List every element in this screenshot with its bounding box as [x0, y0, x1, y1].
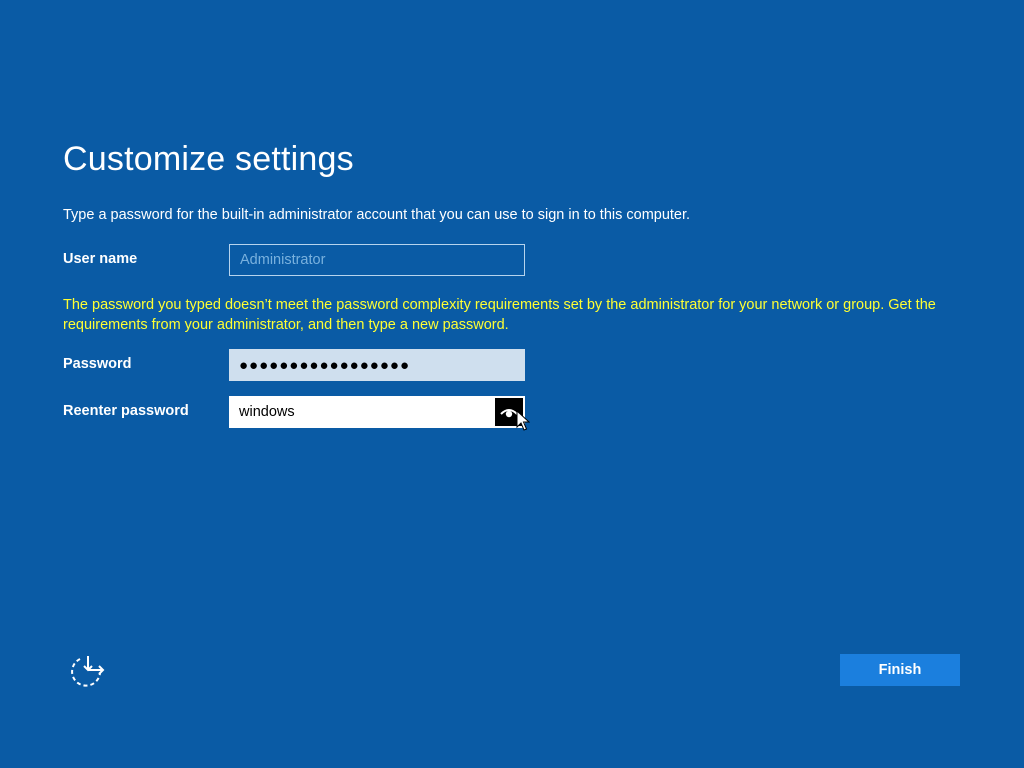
- username-label: User name: [63, 251, 138, 267]
- username-placeholder: Administrator: [240, 252, 326, 268]
- finish-button[interactable]: Finish: [840, 654, 960, 686]
- reenter-password-label: Reenter password: [63, 403, 189, 419]
- password-label: Password: [63, 356, 132, 372]
- password-masked-value: ●●●●●●●●●●●●●●●●●: [239, 356, 411, 374]
- ease-of-access-icon[interactable]: [70, 653, 106, 689]
- username-field[interactable]: Administrator: [229, 244, 525, 276]
- password-complexity-warning: The password you typed doesn’t meet the …: [63, 297, 936, 333]
- instructions-text: Type a password for the built-in adminis…: [63, 207, 691, 223]
- reenter-password-value: windows: [239, 404, 295, 420]
- reenter-password-field[interactable]: windows: [229, 396, 525, 428]
- mouse-pointer-icon: [516, 410, 530, 431]
- page-title: Customize settings: [63, 140, 354, 178]
- password-field[interactable]: ●●●●●●●●●●●●●●●●●: [229, 349, 525, 381]
